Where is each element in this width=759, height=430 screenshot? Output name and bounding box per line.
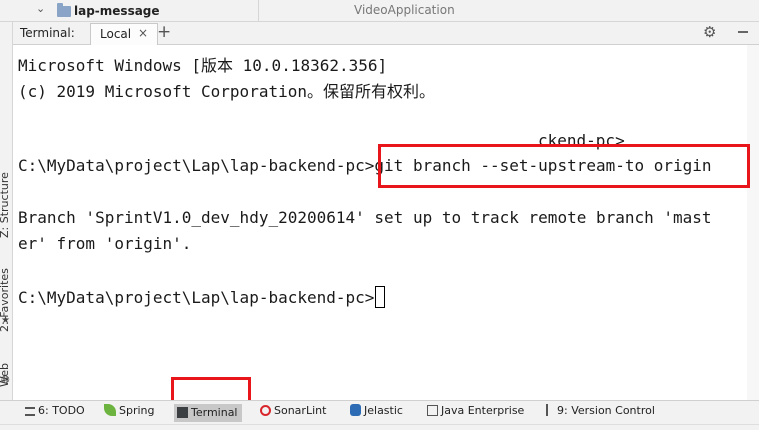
minimize-icon[interactable] [738, 31, 748, 33]
project-name[interactable]: lap-message [74, 4, 160, 18]
structure-tab-label: Z: Structure [0, 172, 11, 238]
terminal-prompt: C:\MyData\project\Lap\lap-backend-pc> [18, 288, 375, 307]
terminal-line: Branch 'SprintV1.0_dev_hdy_20200614' set… [18, 208, 712, 227]
jelastic-tab[interactable]: Jelastic [350, 404, 403, 422]
jelastic-tab-label: Jelastic [364, 404, 403, 417]
terminal-label: Terminal: [20, 26, 75, 40]
sonarlint-tab-label: SonarLint [274, 404, 327, 417]
version-control-icon [546, 404, 554, 416]
title-strip: ⌄ lap-message VideoApplication [0, 0, 759, 22]
highlight-command-box [378, 144, 750, 188]
java-enterprise-tab-label: Java Enterprise [441, 404, 525, 417]
tool-window-bar: 6: TODO Spring Terminal SonarLint Jelast… [0, 400, 759, 424]
todo-tab[interactable]: 6: TODO [25, 404, 85, 422]
terminal-tab-label: Terminal [191, 406, 238, 419]
structure-tab[interactable]: Z: Structure [0, 150, 13, 238]
version-control-tab[interactable]: 9: Version Control [546, 404, 655, 422]
spring-tab-label: Spring [119, 404, 155, 417]
close-tab-icon[interactable]: × [138, 26, 148, 40]
jelastic-icon [350, 404, 361, 416]
terminal-tab[interactable]: Terminal [174, 404, 242, 422]
tab-local-label: Local [100, 27, 132, 41]
text-cursor [375, 286, 386, 308]
todo-list-icon [25, 407, 35, 416]
sonarlint-tab[interactable]: SonarLint [260, 404, 326, 422]
version-control-tab-label: 9: Version Control [557, 404, 655, 417]
terminal-header: Terminal: Local × + ⚙ [13, 22, 759, 45]
left-tool-strip: Z: Structure 2: Favorites ★ Web ◍ [0, 22, 13, 400]
status-bar [0, 424, 759, 430]
terminal-line: (c) 2019 Microsoft Corporation。保留所有权利。 [18, 82, 435, 101]
spring-tab[interactable]: Spring [104, 404, 155, 422]
java-enterprise-tab[interactable]: Java Enterprise [427, 404, 524, 422]
terminal-output[interactable]: Microsoft Windows [版本 10.0.18362.356] (c… [13, 45, 759, 400]
java-enterprise-icon [427, 405, 438, 416]
sonarlint-icon [260, 405, 271, 416]
folder-icon [57, 3, 71, 17]
divider [258, 0, 259, 22]
ide-window: ⌄ lap-message VideoApplication Z: Struct… [0, 0, 759, 430]
gear-icon[interactable]: ⚙ [703, 23, 716, 41]
terminal-icon [177, 407, 188, 418]
terminal-line: er' from 'origin'. [18, 234, 192, 253]
terminal-line: Microsoft Windows [版本 10.0.18362.356] [18, 56, 388, 75]
spring-leaf-icon [104, 404, 116, 416]
vertical-scrollbar[interactable] [747, 45, 759, 400]
new-session-button[interactable]: + [157, 22, 171, 42]
star-icon: ★ [1, 315, 10, 326]
terminal-prompt-line[interactable]: C:\MyData\project\Lap\lap-backend-pc> [18, 286, 386, 308]
web-icon: ◍ [1, 374, 10, 385]
chevron-down-icon[interactable]: ⌄ [36, 2, 45, 15]
tab-local[interactable]: Local × [90, 23, 158, 45]
window-title: VideoApplication [354, 3, 455, 17]
todo-tab-label: 6: TODO [38, 404, 85, 417]
